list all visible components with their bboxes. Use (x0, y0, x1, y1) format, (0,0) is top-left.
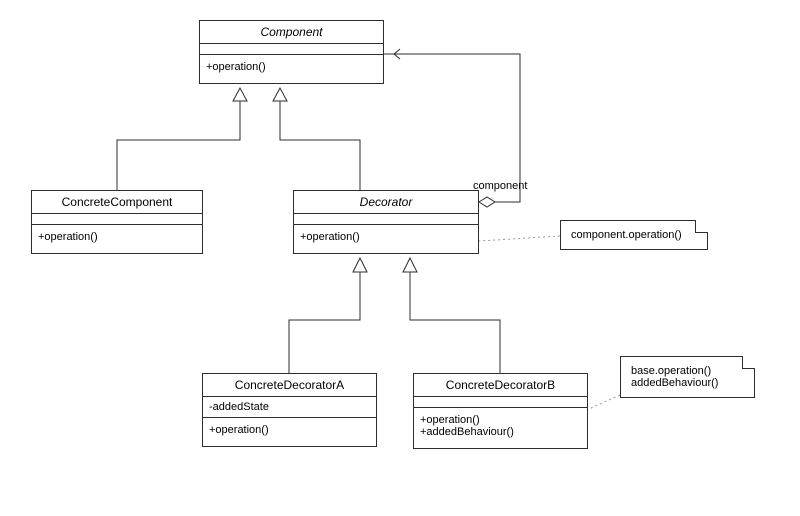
class-op: +operation() (209, 424, 370, 436)
aggregation-role-label: component (473, 180, 527, 192)
uml-canvas: component Component +operation() Concret… (0, 0, 800, 516)
class-op: +operation() (420, 414, 581, 426)
class-attr: -addedState (209, 401, 370, 413)
class-ops: +operation() (203, 418, 376, 446)
note-line: base.operation() (631, 365, 744, 377)
connectors-layer (0, 0, 800, 516)
class-attrs: -addedState (203, 397, 376, 418)
note-line: component.operation() (571, 229, 697, 241)
gen-decorator-component (273, 88, 360, 190)
class-decorator: Decorator +operation() (293, 190, 479, 254)
class-title: ConcreteDecoratorB (414, 374, 587, 397)
class-op: +operation() (38, 231, 196, 243)
gen-concretecomponent-component (117, 88, 247, 190)
class-attrs-empty (294, 214, 478, 225)
class-concrete-component: ConcreteComponent +operation() (31, 190, 203, 254)
class-ops: +operation() +addedBehaviour() (414, 408, 587, 448)
class-ops: +operation() (200, 55, 383, 83)
class-title: Decorator (294, 191, 478, 214)
class-ops: +operation() (32, 225, 202, 253)
uml-note-decorator-operation: component.operation() (560, 220, 708, 250)
class-ops: +operation() (294, 225, 478, 253)
class-attrs-empty (414, 397, 587, 408)
class-op: +addedBehaviour() (420, 426, 581, 438)
class-attrs-empty (32, 214, 202, 225)
class-concrete-decorator-a: ConcreteDecoratorA -addedState +operatio… (202, 373, 377, 447)
class-title: ConcreteComponent (32, 191, 202, 214)
gen-concretedecoratora-decorator (289, 258, 367, 373)
uml-note-concretedecoratorb-operation: base.operation() addedBehaviour() (620, 356, 755, 398)
class-component: Component +operation() (199, 20, 384, 84)
gen-concretedecoratorb-decorator (403, 258, 500, 373)
note-line: addedBehaviour() (631, 377, 744, 389)
note-fold-icon (743, 356, 755, 368)
note-fold-icon (696, 220, 708, 232)
class-title: ConcreteDecoratorA (203, 374, 376, 397)
class-title: Component (200, 21, 383, 44)
class-attrs-empty (200, 44, 383, 55)
class-op: +operation() (300, 231, 472, 243)
class-concrete-decorator-b: ConcreteDecoratorB +operation() +addedBe… (413, 373, 588, 449)
class-op: +operation() (206, 61, 377, 73)
